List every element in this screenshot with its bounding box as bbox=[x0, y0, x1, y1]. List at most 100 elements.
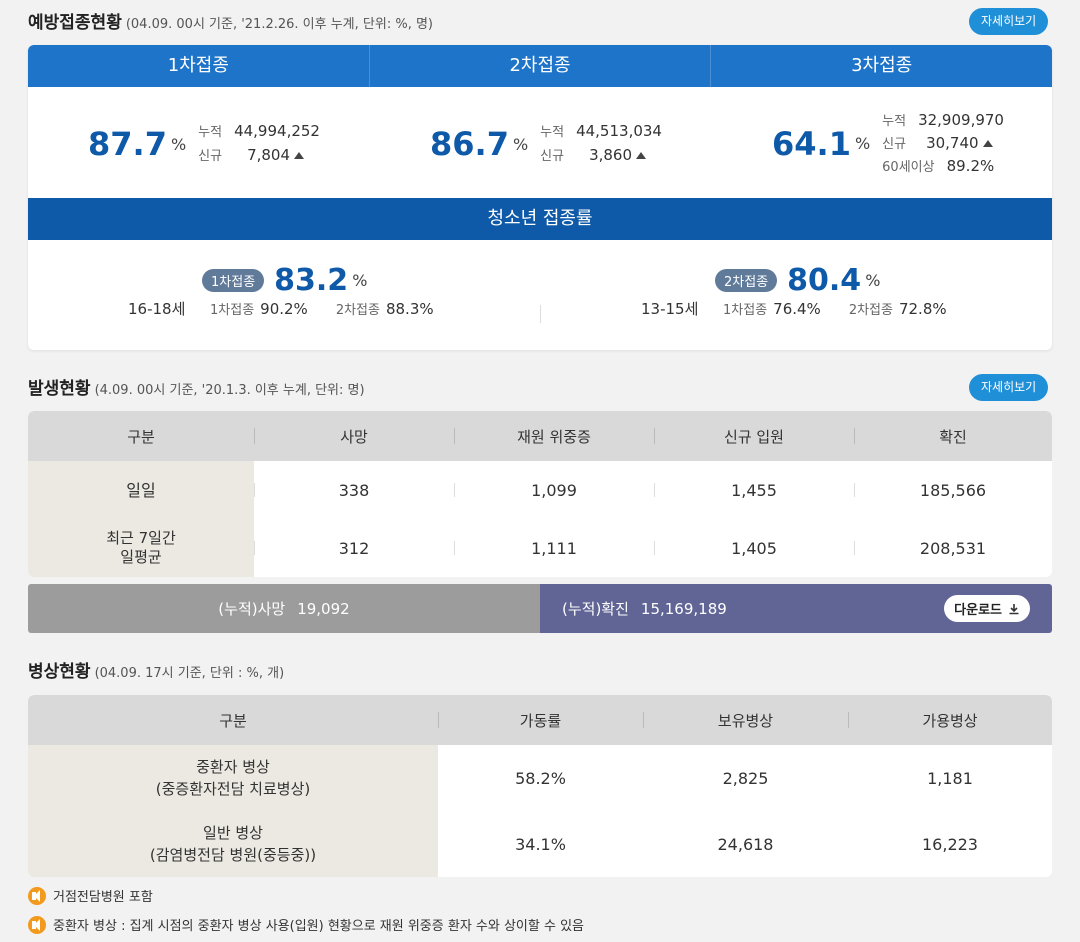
teen-2-d1-value: 76.4% bbox=[773, 299, 821, 318]
table-row: 중환자 병상 (중증환자전담 치료병상) 58.2% 2,825 1,181 bbox=[28, 745, 1052, 811]
dose-1-new-label: 신규 bbox=[198, 149, 223, 164]
occurrence-col-header: 신규 입원 bbox=[654, 426, 854, 447]
table-cell: 1,455 bbox=[654, 481, 854, 500]
dose-2-stats: 86.7% 누적 44,513,034 신규 3,860 bbox=[430, 120, 662, 168]
teen-group-2: 2차접종 80.4 % 13-15세 1차접종 76.4% 2차접종 72.8% bbox=[641, 263, 947, 319]
increase-icon bbox=[636, 152, 647, 159]
vaccination-card: 1차접종 2차접종 3차접종 87.7% 누적 44,994,252 신규 7,80… bbox=[28, 45, 1052, 350]
occurrence-table-header: 구분 사망 재원 위중증 신규 입원 확진 bbox=[28, 411, 1052, 461]
dose-header-3: 3차접종 bbox=[851, 55, 913, 76]
table-row: 최근 7일간 일평균 312 1,111 1,405 208,531 bbox=[28, 519, 1052, 577]
dose-1-rate: 87.7 bbox=[88, 125, 167, 163]
dose-3-new-value: 30,740 bbox=[926, 134, 979, 152]
dose-header-row: 1차접종 2차접종 3차접종 bbox=[28, 45, 1052, 87]
teen-2-d2-label: 2차접종 bbox=[848, 303, 893, 318]
cum-death-label: (누적)사망 bbox=[218, 600, 286, 618]
row-label: 일일 bbox=[28, 461, 254, 519]
cumulative-death: (누적)사망 19,092 bbox=[28, 584, 540, 633]
beds-header: 병상현황 (04.09. 17시 기준, 단위 : %, 개) bbox=[28, 657, 284, 683]
table-cell: 16,223 bbox=[922, 834, 978, 854]
beds-col-header: 구분 bbox=[219, 711, 247, 730]
download-label: 다운로드 bbox=[954, 603, 1002, 618]
download-icon bbox=[1009, 603, 1019, 614]
teen-2-unit: % bbox=[865, 271, 881, 290]
table-cell: 58.2% bbox=[515, 768, 566, 788]
teen-1-age: 16-18세 bbox=[128, 300, 186, 318]
table-cell: 34.1% bbox=[515, 834, 566, 854]
teen-header: 청소년 접종률 bbox=[28, 198, 1052, 240]
dose-1-cum-value: 44,994,252 bbox=[234, 122, 320, 140]
beds-table: 구분 가동률 보유병상 가용병상 중환자 병상 (중증환자전담 치료병상) 58… bbox=[28, 695, 1052, 877]
teen-1-d2-value: 88.3% bbox=[385, 299, 434, 318]
row-label: 일반 병상 (감염병전담 병원(중등중)) bbox=[28, 811, 438, 877]
cum-conf-label: (누적)확진 bbox=[562, 600, 629, 618]
occurrence-header: 발생현황 (4.09. 00시 기준, '20.1.3. 이후 누계, 단위: … bbox=[28, 374, 365, 400]
vaccination-title: 예방접종현황 bbox=[28, 13, 122, 33]
vaccination-header: 예방접종현황 (04.09. 00시 기준, '21.2.26. 이후 누계, … bbox=[28, 8, 433, 34]
dose-3-cum-value: 32,909,970 bbox=[918, 111, 1004, 129]
beds-table-header: 구분 가동률 보유병상 가용병상 bbox=[28, 695, 1052, 745]
occurrence-title: 발생현황 bbox=[28, 379, 91, 399]
occurrence-more-button[interactable]: 자세히보기 bbox=[969, 374, 1049, 401]
dose-2-cum-label: 누적 bbox=[540, 125, 565, 140]
dose-header-1: 1차접종 bbox=[28, 45, 370, 87]
cum-death-value: 19,092 bbox=[297, 599, 350, 618]
table-cell: 1,405 bbox=[654, 539, 854, 558]
vaccination-more-button[interactable]: 자세히보기 bbox=[969, 8, 1049, 35]
occurrence-subtitle: (4.09. 00시 기준, '20.1.3. 이후 누계, 단위: 명) bbox=[94, 383, 365, 398]
beds-subtitle: (04.09. 17시 기준, 단위 : %, 개) bbox=[94, 666, 285, 681]
dose-header-2: 2차접종 bbox=[370, 45, 712, 87]
vaccination-subtitle: (04.09. 00시 기준, '21.2.26. 이후 누계, 단위: %, … bbox=[125, 17, 433, 32]
dose-2-unit: % bbox=[512, 134, 529, 154]
occurrence-col-header: 재원 위중증 bbox=[454, 426, 654, 447]
speaker-icon bbox=[28, 886, 46, 905]
cum-conf-value: 15,169,189 bbox=[640, 599, 727, 618]
dose-1-stats: 87.7% 누적 44,994,252 신규 7,804 bbox=[88, 120, 320, 168]
table-cell: 208,531 bbox=[854, 539, 1052, 558]
dose-1-new-value: 7,804 bbox=[247, 146, 291, 164]
teen-1-pill: 1차접종 bbox=[202, 269, 265, 292]
dose-3-unit: % bbox=[854, 134, 871, 153]
note-text: 중환자 병상 : 집계 시점의 중환자 병상 사용(입원) 현황으로 재원 위중… bbox=[53, 919, 584, 934]
increase-icon bbox=[982, 140, 993, 147]
cumulative-confirmed: (누적)확진 15,169,189 다운로드 bbox=[540, 584, 1052, 633]
dose-2-new-label: 신규 bbox=[540, 149, 565, 164]
beds-title: 병상현황 bbox=[28, 662, 91, 682]
occurrence-col-header: 사망 bbox=[254, 426, 454, 447]
teen-2-d2-value: 72.8% bbox=[898, 299, 947, 318]
teen-1-d2-label: 2차접종 bbox=[335, 303, 380, 318]
teen-2-pill: 2차접종 bbox=[715, 269, 778, 292]
dose-3-rate: 64.1 bbox=[772, 124, 851, 163]
row-label: 중환자 병상 (중증환자전담 치료병상) bbox=[28, 745, 438, 811]
dose-3-age-value: 89.2% bbox=[946, 157, 995, 175]
table-cell: 185,566 bbox=[854, 481, 1052, 500]
note-text: 거점전담병원 포함 bbox=[53, 890, 153, 905]
teen-2-age: 13-15세 bbox=[641, 300, 699, 318]
note-item: 중환자 병상 : 집계 시점의 중환자 병상 사용(입원) 현황으로 재원 위중… bbox=[28, 915, 584, 934]
download-button[interactable]: 다운로드 bbox=[944, 595, 1030, 622]
teen-group-1: 1차접종 83.2 % 16-18세 1차접종 90.2% 2차접종 88.3% bbox=[128, 263, 434, 319]
dose-3-age-label: 60세이상 bbox=[882, 160, 935, 175]
occurrence-table: 구분 사망 재원 위중증 신규 입원 확진 일일 338 1,099 1,455… bbox=[28, 411, 1052, 577]
table-row: 일반 병상 (감염병전담 병원(중등중)) 34.1% 24,618 16,22… bbox=[28, 811, 1052, 877]
teen-2-rate: 80.4 bbox=[787, 263, 862, 298]
dose-2-new-value: 3,860 bbox=[589, 146, 633, 164]
dose-1-unit: % bbox=[170, 134, 187, 154]
table-cell: 312 bbox=[254, 539, 454, 558]
table-cell: 1,111 bbox=[454, 539, 654, 558]
table-cell: 1,181 bbox=[927, 768, 973, 788]
dose-2-cum-value: 44,513,034 bbox=[576, 122, 662, 140]
beds-col-header: 가동률 bbox=[438, 710, 643, 731]
dose-1-cum-label: 누적 bbox=[198, 125, 223, 140]
dose-3-new-label: 신규 bbox=[882, 137, 907, 152]
speaker-icon bbox=[28, 915, 46, 934]
table-cell: 24,618 bbox=[717, 834, 774, 854]
cumulative-bar: (누적)사망 19,092 (누적)확진 15,169,189 다운로드 bbox=[28, 584, 1052, 633]
teen-1-d1-value: 90.2% bbox=[260, 299, 308, 318]
table-cell: 1,099 bbox=[454, 481, 654, 500]
table-cell: 338 bbox=[254, 481, 454, 500]
table-row: 일일 338 1,099 1,455 185,566 bbox=[28, 461, 1052, 519]
dose-3-cum-label: 누적 bbox=[882, 114, 907, 129]
dose-3-stats: 64.1% 누적 32,909,970 신규 30,740 60세이상 89.2% bbox=[772, 109, 1004, 178]
table-cell: 2,825 bbox=[722, 768, 769, 788]
